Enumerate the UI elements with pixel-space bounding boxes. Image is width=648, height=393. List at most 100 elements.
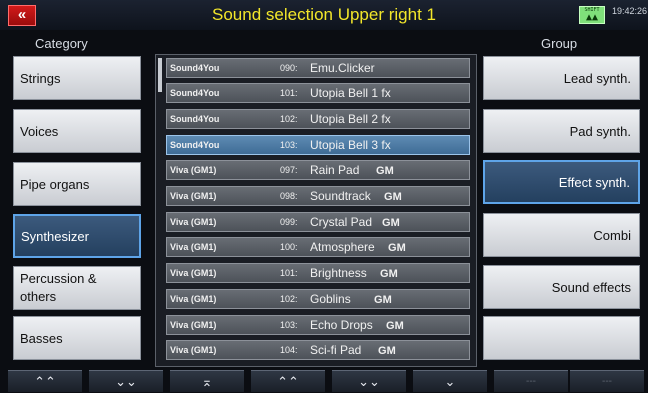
sound-row[interactable]: Viva (GM1) 103: Echo Drops GM bbox=[166, 315, 470, 335]
sound-source: Viva (GM1) bbox=[170, 191, 217, 201]
category-basses-button[interactable]: Basses bbox=[13, 316, 141, 360]
sound-name: Soundtrack GM bbox=[310, 189, 402, 203]
category-label-line1: Percussion & bbox=[20, 271, 97, 286]
empty-softkey: --- bbox=[570, 370, 644, 392]
sound-name: Utopia Bell 2 fx bbox=[310, 112, 391, 126]
sound-row[interactable]: Viva (GM1) 100: Atmosphere GM bbox=[166, 237, 470, 257]
sound-row[interactable]: Viva (GM1) 104: Sci-fi Pad GM bbox=[166, 340, 470, 360]
category-pipe-organs-button[interactable]: Pipe organs bbox=[13, 162, 141, 206]
sound-number: 097: bbox=[280, 165, 298, 175]
category-strings-button[interactable]: Strings bbox=[13, 56, 141, 100]
sound-source: Viva (GM1) bbox=[170, 294, 217, 304]
category-label: Basses bbox=[20, 330, 63, 346]
title-bar: « Sound selection Upper right 1 SHIFT ▲▲… bbox=[0, 0, 648, 30]
sound-source: Viva (GM1) bbox=[170, 242, 217, 252]
sound-number: 103: bbox=[280, 320, 298, 330]
empty-softkey: --- bbox=[494, 370, 568, 392]
sound-name: Crystal Pad GM bbox=[310, 215, 400, 229]
group-combi-button[interactable]: Combi bbox=[483, 213, 640, 257]
sound-number: 104: bbox=[280, 345, 298, 355]
sound-number: 101: bbox=[280, 268, 298, 278]
group-effect-synth-button[interactable]: Effect synth. bbox=[483, 160, 640, 204]
sound-row[interactable]: Viva (GM1) 102: Goblins GM bbox=[166, 289, 470, 309]
page-down-button[interactable]: ⌄⌄ bbox=[89, 370, 163, 392]
list-scrollbar[interactable] bbox=[158, 58, 162, 92]
scroll-top-button[interactable]: ⌅ bbox=[170, 370, 244, 392]
scroll-bottom-icon: ⌄ bbox=[444, 374, 456, 389]
sound-row[interactable]: Sound4You 102: Utopia Bell 2 fx bbox=[166, 109, 470, 129]
sound-number: 100: bbox=[280, 242, 298, 252]
gm-badge: GM bbox=[378, 345, 396, 357]
shift-indicator-glyph: ▲▲ bbox=[585, 12, 599, 23]
sound-row[interactable]: Viva (GM1) 099: Crystal Pad GM bbox=[166, 212, 470, 232]
sound-source: Sound4You bbox=[170, 63, 220, 73]
gm-badge: GM bbox=[384, 191, 402, 203]
double-chevron-down-icon: ⌄⌄ bbox=[115, 374, 137, 389]
group-lead-synth-button[interactable]: Lead synth. bbox=[483, 56, 640, 100]
scroll-down-button[interactable]: ⌄⌄ bbox=[332, 370, 406, 392]
sound-name: Atmosphere GM bbox=[310, 240, 406, 254]
group-label: Pad synth. bbox=[569, 123, 631, 139]
sound-number: 098: bbox=[280, 191, 298, 201]
scroll-top-icon: ⌅ bbox=[201, 374, 213, 389]
sound-name: Goblins GM bbox=[310, 292, 392, 306]
gm-badge: GM bbox=[380, 268, 398, 280]
sound-source: Sound4You bbox=[170, 88, 220, 98]
sound-row[interactable]: Viva (GM1) 098: Soundtrack GM bbox=[166, 186, 470, 206]
sound-row[interactable]: Sound4You 090: Emu.Clicker bbox=[166, 58, 470, 78]
shift-indicator-icon: SHIFT ▲▲ bbox=[579, 6, 605, 24]
sound-source: Viva (GM1) bbox=[170, 268, 217, 278]
sound-name: Utopia Bell 1 fx bbox=[310, 86, 391, 100]
gm-badge: GM bbox=[382, 217, 400, 229]
clock: 19:42:26 bbox=[612, 6, 648, 16]
group-heading: Group bbox=[541, 36, 578, 51]
sound-name: Rain Pad GM bbox=[310, 163, 394, 177]
sound-name: Echo Drops GM bbox=[310, 318, 404, 332]
sound-name: Sci-fi Pad GM bbox=[310, 343, 396, 357]
sound-row[interactable]: Viva (GM1) 097: Rain Pad GM bbox=[166, 160, 470, 180]
sound-name: Utopia Bell 3 fx bbox=[310, 138, 391, 152]
category-label-line2: others bbox=[20, 289, 57, 304]
sound-source: Sound4You bbox=[170, 140, 220, 150]
sound-row[interactable]: Sound4You 101: Utopia Bell 1 fx bbox=[166, 83, 470, 103]
category-voices-button[interactable]: Voices bbox=[13, 109, 141, 153]
empty-slot-label: --- bbox=[526, 376, 536, 387]
sound-number: 090: bbox=[280, 63, 298, 73]
category-label: Percussion & others bbox=[20, 270, 97, 306]
group-pad-synth-button[interactable]: Pad synth. bbox=[483, 109, 640, 153]
sound-source: Viva (GM1) bbox=[170, 345, 217, 355]
group-sound-effects-button[interactable]: Sound effects bbox=[483, 265, 640, 309]
scroll-bottom-button[interactable]: ⌄ bbox=[413, 370, 487, 392]
category-synthesizer-button[interactable]: Synthesizer bbox=[13, 214, 141, 258]
chevron-up-icon: ⌃⌃ bbox=[277, 374, 299, 389]
sound-number: 101: bbox=[280, 88, 298, 98]
page-title: Sound selection Upper right 1 bbox=[212, 5, 436, 24]
sound-number: 103: bbox=[280, 140, 298, 150]
sound-name: Brightness GM bbox=[310, 266, 398, 280]
sound-number: 099: bbox=[280, 217, 298, 227]
empty-slot-label: --- bbox=[602, 376, 612, 387]
sound-name: Emu.Clicker bbox=[310, 61, 375, 75]
sound-source: Viva (GM1) bbox=[170, 217, 217, 227]
page-up-button[interactable]: ⌃⌃ bbox=[8, 370, 82, 392]
sound-row[interactable]: Viva (GM1) 101: Brightness GM bbox=[166, 263, 470, 283]
sound-source: Sound4You bbox=[170, 114, 220, 124]
category-heading: Category bbox=[35, 36, 88, 51]
group-empty-button[interactable] bbox=[483, 316, 640, 360]
group-label: Sound effects bbox=[551, 279, 631, 295]
group-label: Lead synth. bbox=[563, 70, 631, 86]
chevron-down-icon: ⌄⌄ bbox=[358, 374, 380, 389]
category-label: Voices bbox=[20, 123, 59, 139]
double-chevron-up-icon: ⌃⌃ bbox=[34, 374, 56, 389]
gm-badge: GM bbox=[386, 320, 404, 332]
sound-source: Viva (GM1) bbox=[170, 320, 217, 330]
category-percussion-button[interactable]: Percussion & others bbox=[13, 266, 141, 310]
group-label: Combi bbox=[593, 227, 631, 243]
category-label: Synthesizer bbox=[21, 228, 89, 244]
scroll-up-button[interactable]: ⌃⌃ bbox=[251, 370, 325, 392]
sound-row-selected[interactable]: Sound4You 103: Utopia Bell 3 fx bbox=[166, 135, 470, 155]
category-label: Strings bbox=[20, 70, 61, 86]
category-label: Pipe organs bbox=[20, 176, 90, 192]
group-label: Effect synth. bbox=[558, 174, 630, 190]
sound-number: 102: bbox=[280, 294, 298, 304]
